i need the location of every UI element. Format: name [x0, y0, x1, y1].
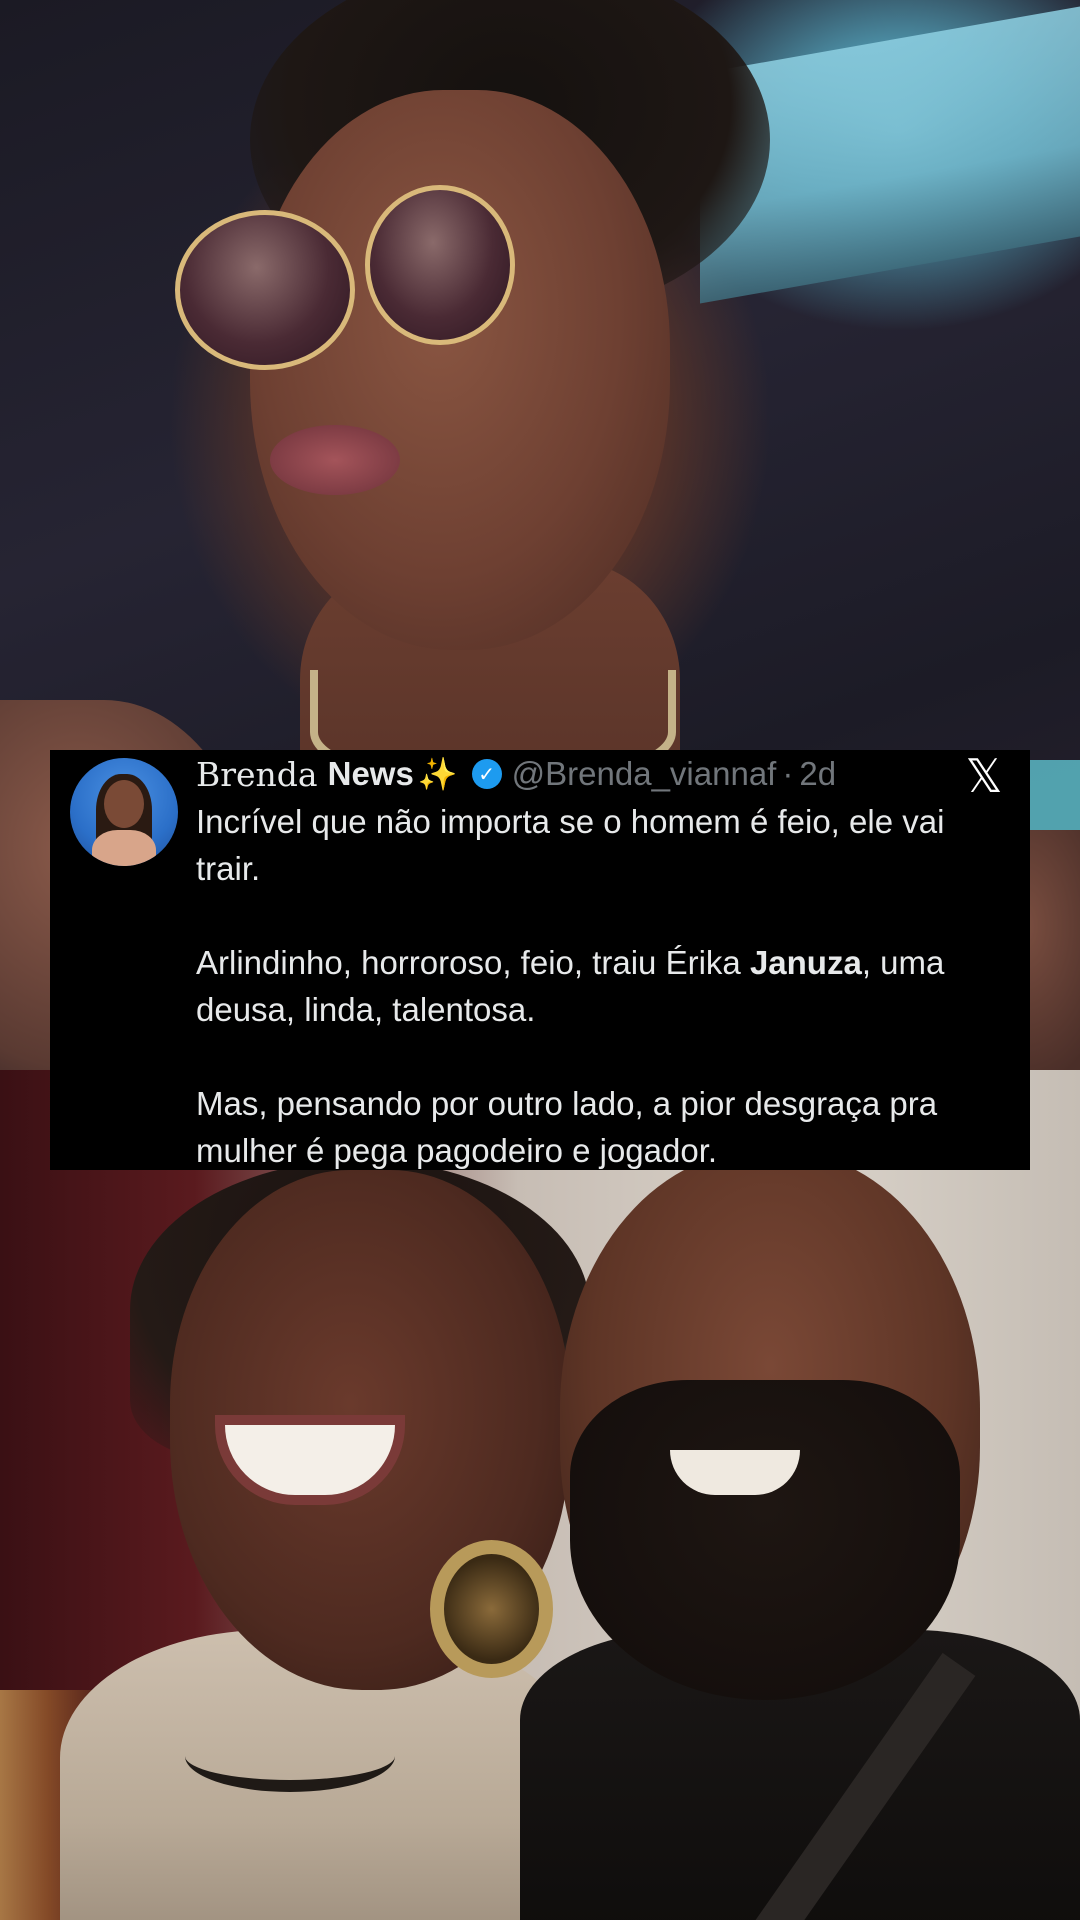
choker-necklace — [185, 1720, 395, 1792]
tweet-paragraph-1: Incrível que não importa se o homem é fe… — [196, 803, 945, 887]
earring — [430, 1540, 553, 1678]
tweet-text: Incrível que não importa se o homem é fe… — [196, 798, 996, 1221]
sparkles-icon: ✨ — [417, 756, 458, 792]
separator-dot: · — [782, 755, 794, 792]
man-beard — [570, 1380, 960, 1700]
x-logo-icon: 𝕏 — [965, 749, 1003, 803]
tweet-card[interactable]: Brenda News ✨ ✓ @Brenda_viannaf · 2d 𝕏 I… — [50, 750, 1030, 1170]
display-name-first[interactable]: Brenda — [196, 755, 318, 794]
tweet-timestamp[interactable]: 2d — [799, 755, 836, 793]
verified-badge-icon: ✓ — [471, 759, 502, 789]
user-handle[interactable]: @Brenda_viannaf — [512, 755, 777, 793]
tweet-paragraph-2: Arlindinho, horroroso, feio, traiu Érika… — [196, 939, 996, 1033]
screenshot-page: Brenda News ✨ ✓ @Brenda_viannaf · 2d 𝕏 I… — [0, 0, 1080, 1920]
avatar[interactable] — [70, 758, 178, 866]
tweet-bold-name: Januza — [749, 944, 862, 981]
sunglasses-lens-right — [365, 185, 515, 345]
lips — [270, 425, 400, 495]
sunglasses-lens-left — [175, 210, 355, 370]
woman-face — [250, 90, 670, 650]
display-name-second[interactable]: News — [328, 755, 414, 793]
avatar-face — [104, 780, 144, 828]
tweet-paragraph-2-start: Arlindinho, horroroso, feio, traiu Érika — [196, 944, 750, 981]
tweet-paragraph-3: Mas, pensando por outro lado, a pior des… — [196, 1085, 938, 1169]
tweet-header: Brenda News ✨ ✓ @Brenda_viannaf · 2d — [196, 754, 836, 794]
avatar-body — [92, 830, 156, 866]
